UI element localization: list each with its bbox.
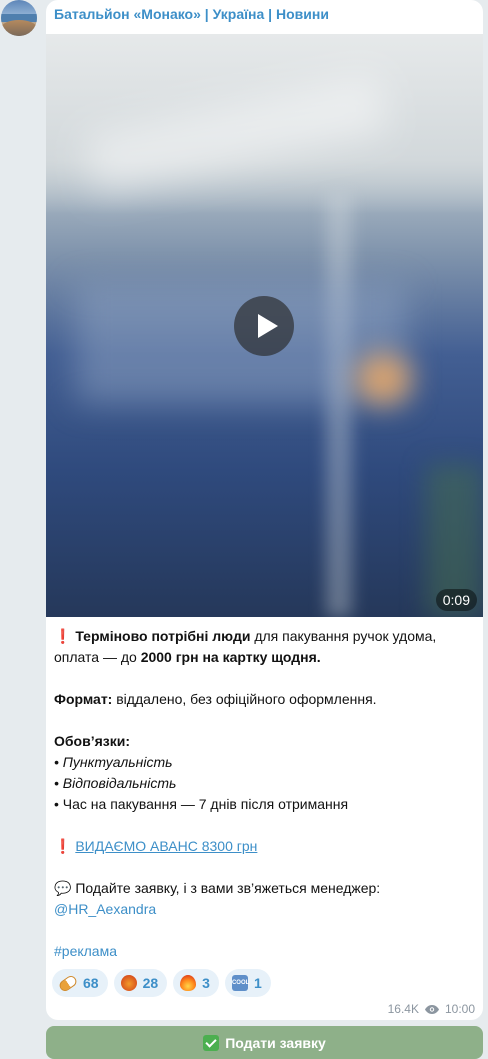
- hashtag-line: #реклама: [54, 941, 474, 962]
- duty-item: • Час на пакування — 7 днів після отрима…: [54, 796, 349, 812]
- channel-avatar[interactable]: [1, 0, 37, 36]
- video-duration: 0:09: [435, 589, 477, 611]
- duty-2: • Відповідальність: [54, 775, 177, 791]
- post-text: ❗ Терміново потрібні люди для пакування …: [54, 626, 474, 962]
- post-headline: ❗ Терміново потрібні люди для пакування …: [54, 626, 474, 668]
- duties-title-text: Обов’язки:: [54, 733, 130, 749]
- format-label: Формат:: [54, 691, 113, 707]
- speech-bubble-icon: 💬: [54, 880, 72, 896]
- format-line: Формат: віддалено, без офіційного оформл…: [54, 689, 474, 710]
- post-time: 10:00: [444, 1002, 475, 1016]
- hashtag-link[interactable]: #реклама: [54, 943, 117, 959]
- reaction-pill[interactable]: 68: [52, 969, 108, 997]
- reaction-fire[interactable]: 3: [173, 969, 219, 997]
- headline-bold: Терміново потрібні люди: [75, 628, 251, 644]
- reaction-count: 28: [142, 975, 159, 991]
- message-meta: 16.4K 10:00: [388, 1002, 475, 1016]
- check-mark-icon: [203, 1034, 220, 1051]
- advance-link[interactable]: ВИДАЄМО АВАНС 8300 грн: [75, 838, 257, 854]
- apply-button[interactable]: Подати заявку: [46, 1026, 483, 1059]
- channel-name[interactable]: Батальйон «Монако» | Україна | Новини: [54, 6, 329, 22]
- apply-text: Подайте заявку, і з вами зв’яжеться мене…: [71, 880, 381, 896]
- cool-icon: COOL: [231, 975, 249, 991]
- reactions-bar: 68 28 3 COOL 1: [52, 969, 271, 997]
- avatar-hill: [1, 20, 37, 36]
- video-preview[interactable]: 0:09: [46, 34, 483, 617]
- reaction-count: 1: [253, 975, 262, 991]
- format-value: віддалено, без офіційного оформлення.: [112, 691, 377, 707]
- headline-pay: 2000 грн на картку щодня.: [140, 649, 321, 665]
- reaction-cool[interactable]: COOL 1: [224, 969, 271, 997]
- message-bubble: Батальйон «Монако» | Україна | Новини 0:…: [46, 0, 483, 1020]
- play-icon: [258, 314, 278, 338]
- duty-item: • Пунктуальність: [54, 752, 474, 773]
- pill-icon: [57, 973, 79, 993]
- apply-line: 💬 Подайте заявку, і з вами зв’яжеться ме…: [54, 878, 474, 899]
- reaction-angry[interactable]: 28: [113, 969, 168, 997]
- exclamation-icon: ❗: [54, 628, 72, 644]
- manager-line: @HR_Aexandra: [54, 899, 474, 920]
- exclamation-icon: ❗: [54, 838, 72, 854]
- manager-username-link[interactable]: @HR_Aexandra: [54, 901, 156, 917]
- fire-icon: [180, 975, 197, 991]
- duties-title: Обов’язки:: [54, 731, 474, 752]
- reaction-count: 68: [83, 975, 99, 991]
- duty-1: • Пунктуальність: [54, 754, 173, 770]
- video-blur-pillar: [326, 194, 352, 617]
- duty-item: • Відповідальність: [54, 773, 474, 794]
- advance-line: ❗ ВИДАЄМО АВАНС 8300 грн: [54, 836, 474, 857]
- angry-face-icon: [120, 975, 137, 991]
- play-button[interactable]: [234, 296, 294, 356]
- reaction-count: 3: [202, 975, 210, 991]
- video-blur-orange: [356, 354, 411, 404]
- view-count: 16.4K: [387, 1002, 419, 1016]
- eye-icon: [424, 1004, 439, 1014]
- apply-button-label: Подати заявку: [225, 1034, 326, 1051]
